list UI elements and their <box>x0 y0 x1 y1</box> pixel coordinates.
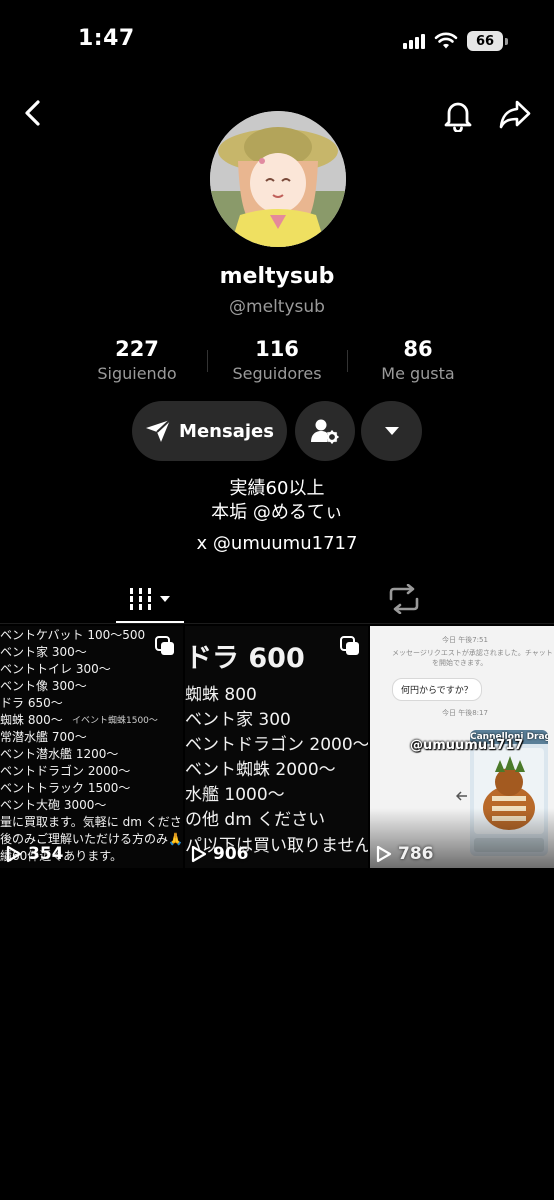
status-time: 1:47 <box>78 26 135 51</box>
thumbnail-text: ドラ 600 <box>185 643 305 674</box>
avatar-illustration <box>210 111 346 247</box>
tab-videos[interactable] <box>116 575 184 623</box>
thumbnail-text: 常潜水艦 700～ <box>0 730 87 744</box>
thumbnail-text: ベント家 300 <box>185 710 291 730</box>
thumbnail-text: ベントドラゴン 2000～ <box>0 764 131 778</box>
video-grid: ベントケバット 100～500 ベント家 300～ ベントトイレ 300～ ベン… <box>0 626 554 868</box>
play-icon <box>6 845 22 863</box>
tab-reposts[interactable] <box>372 575 436 623</box>
chat-notice: メッセージリクエストが承認されました。チャット <box>392 649 553 657</box>
thumbnail-text: ベント家 300～ <box>0 645 87 659</box>
status-icons: 66 <box>403 30 508 52</box>
thumbnail-text: 蜘蛛 800～ <box>0 713 63 727</box>
thumbnail-text: ベント像 300～ <box>0 679 87 693</box>
multi-image-icon <box>155 636 174 655</box>
stat-following[interactable]: 227 Siguiendo <box>67 336 207 386</box>
view-count-value: 354 <box>28 844 64 864</box>
thumbnail-text: ベントドラゴン 2000～ <box>185 735 368 755</box>
user-settings-icon <box>311 419 339 444</box>
play-icon <box>191 845 207 863</box>
video-thumbnail[interactable]: ドラ 600 蜘蛛 800 ベント家 300 ベントドラゴン 2000～ ベント… <box>185 626 368 868</box>
divider <box>0 623 554 624</box>
display-name: meltysub <box>219 264 335 289</box>
message-button[interactable]: Mensajes <box>132 401 287 461</box>
grid-icon <box>127 588 170 610</box>
caret-down-icon <box>384 427 399 435</box>
bio-line-3: x @umuumu1717 <box>196 533 358 554</box>
stat-value: 116 <box>255 337 299 361</box>
more-button[interactable] <box>361 401 422 461</box>
view-count-value: 786 <box>398 844 434 864</box>
thumbnail-text: ベント潜水艦 1200～ <box>0 747 119 761</box>
stat-value: 86 <box>403 337 433 361</box>
video-thumbnail[interactable]: 今日 午後7:51 メッセージリクエストが承認されました。チャット を開始できま… <box>370 626 554 868</box>
thumbnail-text: ドラ 650～ <box>0 696 63 710</box>
avatar[interactable] <box>210 111 346 247</box>
chat-bubble: 何円からですか？ <box>392 678 482 701</box>
thumbnail-text: イベント蜘蛛1500～ <box>72 716 158 726</box>
thumbnail-text: 水艦 1000～ <box>185 785 285 805</box>
chat-timestamp: 今日 午後7:51 <box>442 636 488 644</box>
send-icon <box>146 419 171 442</box>
thumbnail-text: ベント大砲 3000～ <box>0 798 107 812</box>
share-icon[interactable] <box>498 98 532 130</box>
reply-icon <box>456 791 467 801</box>
bell-icon[interactable] <box>442 98 474 132</box>
username: @meltysub <box>229 297 325 317</box>
repost-icon <box>389 584 419 614</box>
stat-label: Me gusta <box>381 364 455 383</box>
battery-level: 66 <box>467 31 503 51</box>
message-button-label: Mensajes <box>179 420 274 442</box>
view-count: 354 <box>6 844 64 864</box>
stat-value: 227 <box>115 337 159 361</box>
video-thumbnail[interactable]: ベントケバット 100～500 ベント家 300～ ベントトイレ 300～ ベン… <box>0 626 183 868</box>
wifi-icon <box>434 32 458 49</box>
bio-line-2: 本垢 @めるてぃ <box>211 502 343 523</box>
stat-likes[interactable]: 86 Me gusta <box>348 336 488 386</box>
thumbnail-text: ベント蜘蛛 2000～ <box>185 760 336 780</box>
overlay-handle: @umuumu1717 <box>410 738 524 753</box>
profile-stats: 227 Siguiendo 116 Seguidores 86 Me gusta <box>0 336 554 388</box>
thumbnail-text: の他 dm ください <box>185 810 326 830</box>
bio-line-1: 実績60以上 <box>229 478 325 499</box>
battery-icon: 66 <box>467 31 508 51</box>
thumbnail-text: ベントトイレ 300～ <box>0 662 111 676</box>
view-count: 906 <box>191 844 249 864</box>
thumbnail-text: ベントケバット 100～500 <box>0 628 146 642</box>
view-count: 786 <box>376 844 434 864</box>
thumbnail-text: ベントトラック 1500～ <box>0 781 131 795</box>
play-icon <box>376 845 392 863</box>
view-count-value: 906 <box>213 844 249 864</box>
signal-icon <box>403 33 425 49</box>
profile-actions: Mensajes <box>0 401 554 463</box>
chat-notice: を開始できます。 <box>432 659 488 667</box>
chat-timestamp: 今日 午後8:17 <box>442 709 488 717</box>
stat-label: Seguidores <box>232 364 322 383</box>
thumbnail-text: 量に買取ます。気軽に dm ください <box>0 815 183 829</box>
stat-followers[interactable]: 116 Seguidores <box>207 336 347 386</box>
multi-image-icon <box>340 636 359 655</box>
stat-label: Siguiendo <box>97 364 177 383</box>
back-icon[interactable] <box>18 98 48 128</box>
thumbnail-text: 蜘蛛 800 <box>185 685 257 705</box>
follow-settings-button[interactable] <box>295 401 355 461</box>
